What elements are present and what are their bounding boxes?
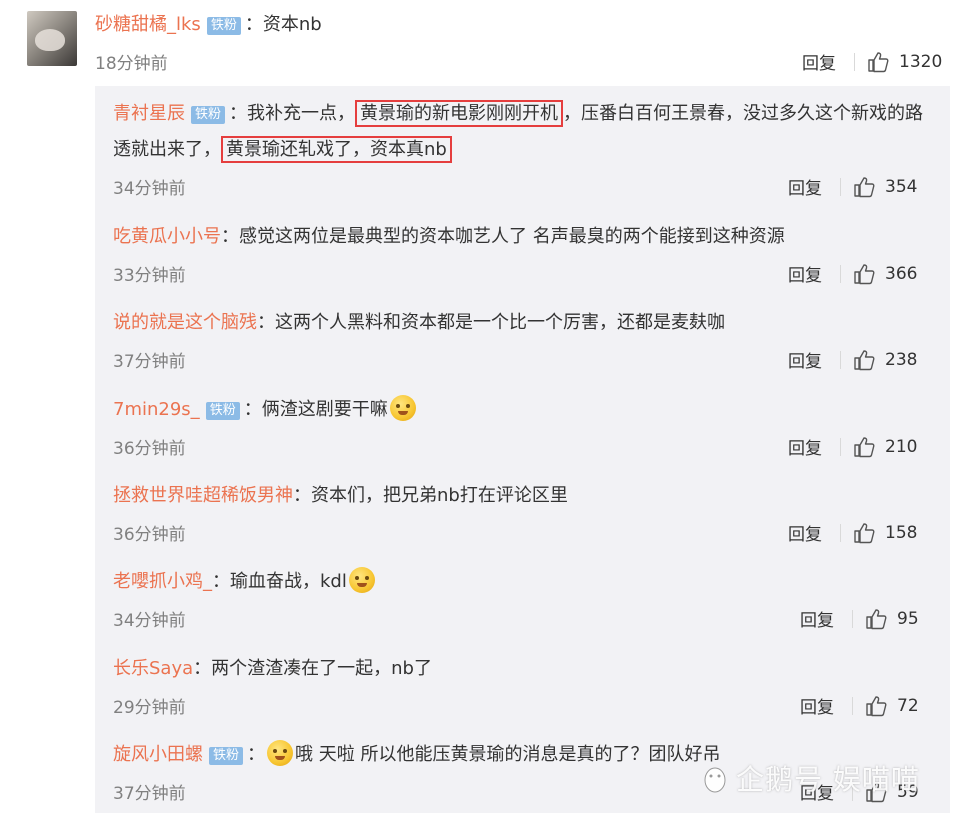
reply-text-part: ：我补充一点，	[229, 103, 356, 124]
reply-actions: 回复 95	[800, 606, 919, 632]
thumbs-up-icon[interactable]	[853, 436, 875, 458]
username-link[interactable]: 老嚶抓小鸡_	[113, 571, 212, 592]
username-link[interactable]: 青衬星辰	[113, 103, 185, 124]
reply-text-part: ：两个渣渣凑在了一起，nb了	[193, 658, 432, 679]
reply-actions: 回复 72	[800, 693, 919, 719]
like-count: 1320	[899, 51, 943, 72]
like-count: 95	[897, 608, 919, 629]
reply-text-part: 哦 天啦 所以他能压黄景瑜的消息是真的了？团队好吊	[295, 744, 721, 765]
username-link[interactable]: 旋风小田螺	[113, 744, 203, 765]
reply-list: 青衬星辰 铁粉 ：我补充一点， 黄景瑜的新电影刚刚开机 ，压番白百何王景春，没过多久这个…	[95, 86, 950, 813]
reply-time: 36分钟前	[113, 525, 186, 545]
reply-text: 吃黄瓜小小号：感觉这两位是最典型的资本咖艺人了 名声最臭的两个能接到这种资源	[113, 219, 923, 255]
reply-time: 37分钟前	[113, 784, 186, 804]
reply-time: 34分钟前	[113, 611, 186, 631]
user-avatar[interactable]	[27, 11, 77, 66]
reply-text: 长乐Saya：两个渣渣凑在了一起，nb了	[113, 651, 923, 687]
reply-actions: 回复 210	[788, 434, 918, 460]
username-link[interactable]: 拯救世界哇超稀饭男神	[113, 485, 293, 506]
reply-time: 29分钟前	[113, 698, 186, 718]
divider	[840, 350, 841, 369]
watermark: 企鹅号 娱喵喵	[700, 758, 920, 798]
reply-actions: 回复 158	[788, 520, 918, 546]
reply-text-part: ：俩渣这剧要干嘛	[243, 399, 388, 420]
reply-button[interactable]: 回复	[788, 347, 822, 372]
comment-line: 砂糖甜橘_lks 铁粉 ：资本nb	[95, 13, 322, 37]
like-count: 238	[885, 349, 918, 370]
reply-text: 说的就是这个脑残：这两个人黑料和资本都是一个比一个厉害，还都是麦麸咖	[113, 305, 923, 341]
reply-button[interactable]: 回复	[788, 520, 822, 545]
divider	[840, 177, 841, 196]
divider	[852, 609, 853, 628]
like-count: 354	[885, 176, 918, 197]
divider	[852, 696, 853, 715]
reply-text-part: ：感觉这两位是最典型的资本咖艺人了 名声最臭的两个能接到这种资源	[221, 226, 785, 247]
like-count: 210	[885, 436, 918, 457]
penguin-icon	[700, 764, 730, 794]
like-count: 366	[885, 263, 918, 284]
thumbs-up-icon[interactable]	[853, 349, 875, 371]
like-count: 158	[885, 522, 918, 543]
reply-button[interactable]: 回复	[800, 606, 834, 631]
divider	[840, 523, 841, 542]
thumbs-up-icon[interactable]	[867, 51, 889, 73]
reply-button[interactable]: 回复	[800, 693, 834, 718]
highlight-box: 黄景瑜的新电影刚刚开机	[355, 100, 564, 127]
reply-button[interactable]: 回复	[802, 49, 836, 74]
top-comment: 砂糖甜橘_lks 铁粉 ：资本nb 18分钟前 回复 1320	[0, 0, 978, 86]
comment-actions: 回复 1320	[802, 49, 943, 75]
reply-text-part: ：这两个人黑料和资本都是一个比一个厉害，还都是麦麸咖	[257, 312, 725, 333]
reply-text: 老嚶抓小鸡_：瑜血奋战，kdl	[113, 564, 923, 600]
reply-actions: 回复 238	[788, 347, 918, 373]
reply-button[interactable]: 回复	[788, 174, 822, 199]
emoji-icon	[267, 740, 294, 766]
thumbs-up-icon[interactable]	[853, 176, 875, 198]
reply-button[interactable]: 回复	[788, 434, 822, 459]
reply-actions: 回复 366	[788, 261, 918, 287]
thumbs-up-icon[interactable]	[865, 695, 887, 717]
divider	[854, 52, 855, 71]
reply-time: 34分钟前	[113, 179, 186, 199]
thumbs-up-icon[interactable]	[865, 608, 887, 630]
highlight-box: 黄景瑜还轧戏了，资本真nb	[221, 136, 452, 163]
fan-badge: 铁粉	[191, 106, 226, 124]
reply-text-part: ：资本们，把兄弟nb打在评论区里	[293, 485, 568, 506]
fan-badge: 铁粉	[206, 17, 241, 35]
username-link[interactable]: 长乐Saya	[113, 658, 193, 679]
fan-badge: 铁粉	[205, 402, 240, 420]
username-link[interactable]: 说的就是这个脑残	[113, 312, 257, 333]
username-link[interactable]: 砂糖甜橘_lks	[95, 14, 201, 35]
username-link[interactable]: 7min29s_	[113, 399, 200, 420]
emoji-icon	[348, 567, 375, 593]
reply-button[interactable]: 回复	[788, 261, 822, 286]
thumbs-up-icon[interactable]	[853, 263, 875, 285]
watermark-text: 企鹅号 娱喵喵	[736, 763, 920, 796]
emoji-icon	[389, 395, 416, 421]
like-count: 72	[897, 695, 919, 716]
reply-text: 青衬星辰 铁粉 ：我补充一点， 黄景瑜的新电影刚刚开机 ，压番白百何王景春，没过多久这个…	[113, 96, 923, 168]
reply-text: 拯救世界哇超稀饭男神：资本们，把兄弟nb打在评论区里	[113, 478, 923, 514]
comment-text: ：资本nb	[244, 14, 322, 35]
reply-text-part: ：瑜血奋战，kdl	[212, 571, 347, 592]
reply-time: 33分钟前	[113, 266, 186, 286]
reply-time: 37分钟前	[113, 352, 186, 372]
fan-badge: 铁粉	[209, 747, 244, 765]
divider	[840, 437, 841, 456]
reply-text: 7min29s_ 铁粉 ：俩渣这剧要干嘛	[113, 392, 923, 428]
comment-time: 18分钟前	[95, 54, 168, 74]
thumbs-up-icon[interactable]	[853, 522, 875, 544]
divider	[840, 264, 841, 283]
reply-actions: 回复 354	[788, 174, 918, 200]
username-link[interactable]: 吃黄瓜小小号	[113, 226, 221, 247]
reply-time: 36分钟前	[113, 439, 186, 459]
